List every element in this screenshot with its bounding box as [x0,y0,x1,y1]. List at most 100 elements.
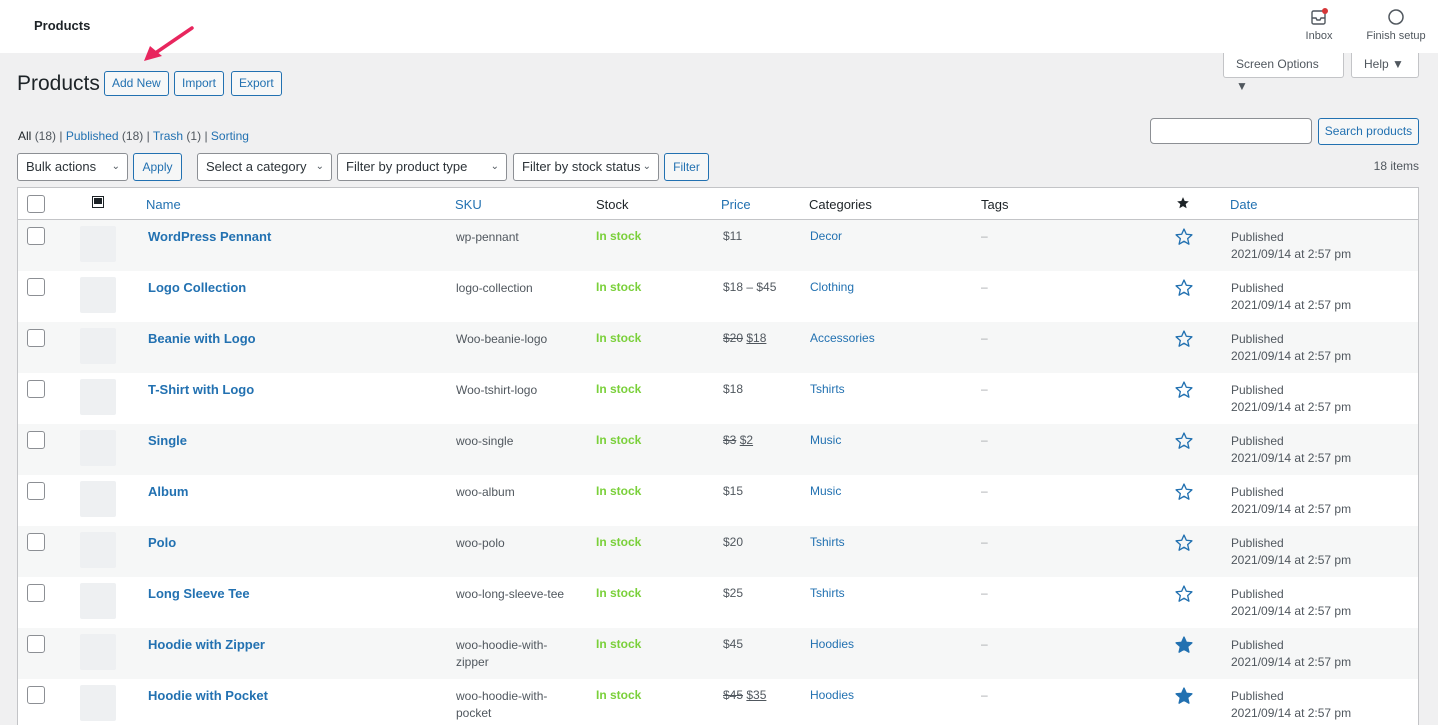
category-link[interactable]: Music [810,433,841,447]
tags-empty: – [981,637,988,651]
product-thumbnail[interactable] [80,277,116,313]
featured-star-icon[interactable] [1174,635,1194,655]
product-name-link[interactable]: Polo [148,535,176,550]
product-thumbnail[interactable] [80,226,116,262]
sku-text: Woo-tshirt-logo [456,383,538,397]
tags-empty: – [981,535,988,549]
import-button[interactable]: Import [174,71,225,96]
product-thumbnail[interactable] [80,379,116,415]
product-name-link[interactable]: T-Shirt with Logo [148,382,254,397]
category-link[interactable]: Decor [810,229,842,243]
featured-star-icon[interactable] [1174,584,1194,604]
export-button[interactable]: Export [231,71,282,96]
sku-cell: woo-single [456,433,513,450]
row-checkbox[interactable] [27,686,45,704]
product-thumbnail[interactable] [80,583,116,619]
search-input[interactable] [1150,118,1312,144]
category-link[interactable]: Hoodies [810,637,854,651]
row-checkbox[interactable] [27,584,45,602]
row-checkbox[interactable] [27,482,45,500]
view-published-count: (18) [121,129,144,143]
category-link[interactable]: Hoodies [810,688,854,702]
price-cell: $25 [723,586,743,600]
row-checkbox[interactable] [27,380,45,398]
filter-button[interactable]: Filter [664,153,709,181]
view-trash-count: (1) [186,129,202,143]
sku-text: logo-collection [456,281,533,295]
column-stock: Stock [596,197,629,212]
view-trash[interactable]: Trash [153,129,183,143]
category-link[interactable]: Tshirts [810,535,845,549]
category-select[interactable]: Select a category ⌄ [197,153,332,181]
price-regular: $45 [723,688,744,702]
product-thumbnail[interactable] [80,481,116,517]
featured-star-icon[interactable] [1174,278,1194,298]
product-thumbnail[interactable] [80,634,116,670]
select-all-checkbox[interactable] [27,195,45,213]
help-button[interactable]: Help ▼ [1351,53,1419,78]
stock-status-select[interactable]: Filter by stock status ⌄ [513,153,659,181]
search-products-button[interactable]: Search products [1318,118,1419,145]
apply-button[interactable]: Apply [133,153,182,181]
category-link[interactable]: Accessories [810,331,875,345]
price-cell: $18 – $45 [723,280,776,294]
column-price[interactable]: Price [721,197,751,212]
featured-star-icon[interactable] [1174,686,1194,706]
product-name-link[interactable]: Beanie with Logo [148,331,256,346]
featured-star-icon[interactable] [1174,329,1194,349]
product-name-link[interactable]: Long Sleeve Tee [148,586,250,601]
row-checkbox[interactable] [27,329,45,347]
price-cell: $15 [723,484,743,498]
category-link[interactable]: Tshirts [810,586,845,600]
view-sorting[interactable]: Sorting [211,129,249,143]
featured-star-icon[interactable] [1174,227,1194,247]
bulk-actions-select[interactable]: Bulk actions ⌄ [17,153,128,181]
row-checkbox[interactable] [27,278,45,296]
category-link[interactable]: Music [810,484,841,498]
publish-status: Published [1231,485,1284,499]
column-name[interactable]: Name [146,197,181,212]
screen-options-button[interactable]: Screen Options ▼ [1223,53,1344,93]
sku-cell: woo-long-sleeve-tee [456,586,564,603]
add-new-button[interactable]: Add New [104,71,169,96]
product-thumbnail[interactable] [80,685,116,721]
view-published[interactable]: Published [66,129,119,143]
product-name-link[interactable]: Hoodie with Zipper [148,637,265,652]
product-thumbnail[interactable] [80,328,116,364]
featured-star-icon[interactable] [1174,431,1194,451]
table-row: T-Shirt with Logo Woo-tshirt-logo In stock… [18,373,1418,424]
tags-empty: – [981,484,988,498]
publish-status: Published [1231,638,1284,652]
row-checkbox[interactable] [27,533,45,551]
product-type-select[interactable]: Filter by product type ⌄ [337,153,507,181]
date-cell: Published 2021/09/14 at 2:57 pm [1231,331,1351,365]
product-name-link[interactable]: WordPress Pennant [148,229,271,244]
row-checkbox[interactable] [27,635,45,653]
product-name-link[interactable]: Album [148,484,188,499]
price-text: $15 [723,484,744,498]
progress-circle-icon [1388,9,1404,25]
product-name-link[interactable]: Single [148,433,187,448]
featured-star-icon[interactable] [1174,482,1194,502]
product-name-link[interactable]: Logo Collection [148,280,246,295]
finish-setup-button[interactable]: Finish setup [1360,7,1432,42]
product-name-link[interactable]: Hoodie with Pocket [148,688,268,703]
table-row: Logo Collection logo-collection In stock $1… [18,271,1418,322]
row-checkbox[interactable] [27,227,45,245]
product-thumbnail[interactable] [80,430,116,466]
column-date[interactable]: Date [1230,197,1257,212]
sku-text: woo-single [456,434,514,448]
view-all[interactable]: All [18,129,31,143]
column-sku[interactable]: SKU [455,197,482,212]
featured-star-icon[interactable] [1174,533,1194,553]
chevron-down-icon: ⌄ [315,161,324,172]
inbox-button[interactable]: Inbox [1300,7,1338,42]
category-link[interactable]: Clothing [810,280,854,294]
view-separator: | [59,129,63,143]
row-checkbox[interactable] [27,431,45,449]
category-link[interactable]: Tshirts [810,382,845,396]
column-categories: Categories [809,197,872,212]
product-thumbnail[interactable] [80,532,116,568]
featured-star-icon[interactable] [1174,380,1194,400]
featured-star-icon[interactable] [1176,196,1190,210]
